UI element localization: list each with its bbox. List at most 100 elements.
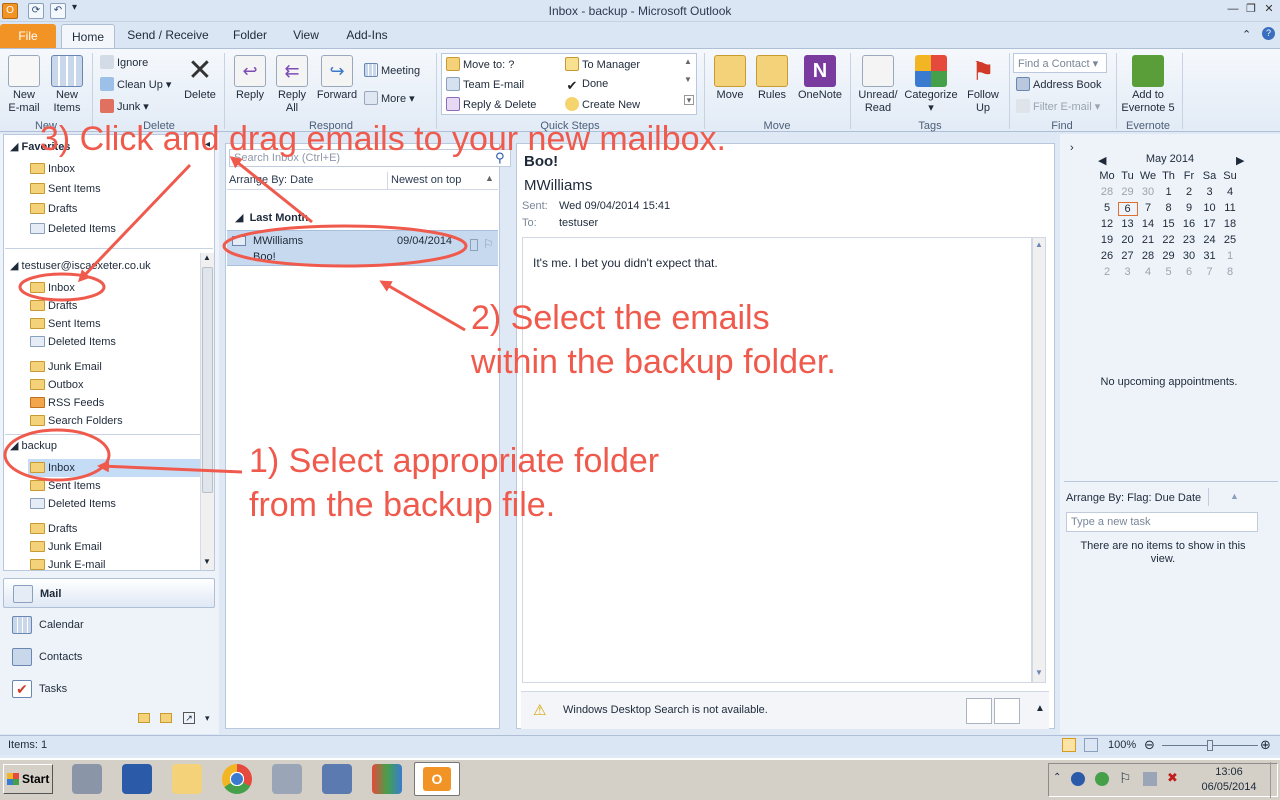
calendar-day[interactable]: 23 [1179,234,1199,246]
powershell-icon[interactable] [122,764,152,794]
calendar-today[interactable]: 6 [1117,202,1138,216]
people-pane-toggle-icon[interactable]: ▲ [1035,703,1045,714]
forward-button[interactable]: ↪ Forward [314,55,360,102]
follow-up-button[interactable]: ⚑ Follow Up [962,55,1004,115]
shortcuts-icon[interactable]: ↗ [183,712,195,724]
address-book-button[interactable]: Address Book [1016,77,1101,92]
fav-drafts[interactable]: Drafts [28,200,198,218]
calendar-day[interactable]: 14 [1138,218,1158,230]
qs-to-manager[interactable]: To Manager [565,57,640,72]
folder-tree-scrollbar[interactable]: ▲ ▼ [200,253,214,570]
calendar-day[interactable]: 19 [1097,234,1117,246]
calendar-day[interactable]: 1 [1220,250,1240,262]
calendar-day[interactable]: 5 [1159,266,1179,278]
chrome-icon[interactable] [222,764,252,794]
calendar-day[interactable]: 25 [1220,234,1240,246]
account-header[interactable]: ◢ testuser@iscaexeter.co.uk [10,259,151,272]
account-sent-items[interactable]: Sent Items [28,315,198,333]
qs-reply-delete[interactable]: Reply & Delete [446,97,536,112]
backup-sent-items[interactable]: Sent Items [28,477,198,495]
restore-icon[interactable]: ❐ [1244,2,1258,16]
calendar-day[interactable]: 7 [1200,266,1220,278]
ignore-button[interactable]: Ignore [100,55,148,70]
person-icon[interactable] [994,698,1020,724]
calendar-day[interactable]: 3 [1200,186,1220,198]
junk-button[interactable]: Junk ▾ [100,99,149,114]
rules-button[interactable]: Rules [752,55,792,102]
nav-calendar-button[interactable]: Calendar [3,610,215,640]
backup-deleted-items[interactable]: Deleted Items [28,495,198,513]
tray-display-icon[interactable] [1143,772,1157,786]
calendar-day[interactable]: 29 [1159,250,1179,262]
quick-steps-scroll-up-icon[interactable]: ▲ [684,57,692,66]
unread-read-button[interactable]: Unread/ Read [856,55,900,115]
clock-time[interactable]: 13:06 [1199,766,1259,778]
group-header[interactable]: ◢ Last Month [235,211,308,224]
calendar-day[interactable]: 29 [1118,186,1138,198]
calendar-day[interactable]: 17 [1200,218,1220,230]
scroll-up-icon[interactable]: ▲ [1035,240,1043,249]
person-icon[interactable] [966,698,992,724]
calendar-day[interactable]: 28 [1138,250,1158,262]
sort-arrow-icon[interactable]: ▲ [485,173,494,183]
folder-list-icon[interactable] [160,713,172,723]
message-row[interactable]: MWilliams 09/04/2014 Boo! ⚐ [227,230,498,266]
tab-file[interactable]: File [0,24,56,48]
calendar-day[interactable]: 2 [1097,266,1117,278]
calendar-day[interactable]: 28 [1097,186,1117,198]
tasks-sort-arrow-icon[interactable]: ▲ [1230,491,1239,501]
calendar-day[interactable]: 8 [1220,266,1240,278]
scroll-thumb[interactable] [202,267,213,493]
zoom-in-icon[interactable]: ⊕ [1260,737,1271,753]
move-button[interactable]: Move [710,55,750,102]
calendar-day[interactable]: 31 [1200,250,1220,262]
backup-junk-e-mail[interactable]: Junk E-mail [28,556,198,570]
help-icon[interactable]: ? [1262,27,1275,40]
delete-button[interactable]: ✕ Delete [180,55,220,102]
zoom-out-icon[interactable]: ⊖ [1144,737,1155,753]
quick-steps-scroll-down-icon[interactable]: ▼ [684,75,692,84]
tab-view[interactable]: View [284,22,328,48]
arrange-by-button[interactable]: Arrange By: Date [229,174,313,186]
configure-buttons-icon[interactable]: ▾ [205,713,210,724]
show-desktop-button[interactable] [1270,762,1280,798]
scroll-down-icon[interactable]: ▼ [1035,668,1043,677]
scroll-down-icon[interactable]: ▼ [203,557,211,566]
calendar-day[interactable]: 22 [1159,234,1179,246]
account-rss-feeds[interactable]: RSS Feeds [28,394,198,412]
filter-email-button[interactable]: Filter E-mail ▾ [1016,99,1100,114]
calendar-day[interactable]: 16 [1179,218,1199,230]
calendar-month[interactable]: May 2014 [1100,153,1240,165]
zoom-level[interactable]: 100% [1108,739,1136,751]
flag-outline-icon[interactable]: ⚐ [483,237,494,251]
tasks-arrange-by[interactable]: Arrange By: Flag: Due Date [1066,492,1201,504]
qs-create-new[interactable]: Create New [565,97,640,112]
account-junk-email[interactable]: Junk Email [28,358,198,376]
action-center-flag-icon[interactable]: ⚐ [1119,770,1132,787]
meeting-button[interactable]: Meeting [364,63,420,78]
tab-add-ins[interactable]: Add-Ins [338,22,396,48]
onenote-button[interactable]: N OneNote [794,55,846,102]
account-search-folders[interactable]: Search Folders [28,412,198,430]
calendar-day[interactable]: 7 [1138,202,1158,214]
new-items-button[interactable]: New Items [46,55,88,115]
tray-network-icon[interactable] [1095,772,1109,786]
reply-button[interactable]: ↩ Reply [230,55,270,102]
zoom-slider-thumb[interactable] [1207,740,1213,751]
fav-sent-items[interactable]: Sent Items [28,180,198,198]
calendar-day[interactable]: 4 [1220,186,1240,198]
show-hidden-icons[interactable]: ⌃ [1053,772,1061,783]
calendar-day[interactable]: 21 [1138,234,1158,246]
sort-order-button[interactable]: Newest on top [391,174,461,186]
qs-move-to[interactable]: Move to: ? [446,57,514,72]
account-inbox[interactable]: Inbox [28,279,198,297]
paint-icon[interactable] [372,764,402,794]
calendar-day[interactable]: 15 [1159,218,1179,230]
calendar-day[interactable]: 1 [1159,186,1179,198]
todo-expand-icon[interactable]: › [1070,142,1074,154]
calendar-day[interactable]: 27 [1118,250,1138,262]
to-value[interactable]: testuser [559,217,598,229]
calendar-day[interactable]: 24 [1200,234,1220,246]
backup-header[interactable]: ◢ backup [10,439,57,452]
tray-app-icon[interactable] [1071,772,1085,786]
